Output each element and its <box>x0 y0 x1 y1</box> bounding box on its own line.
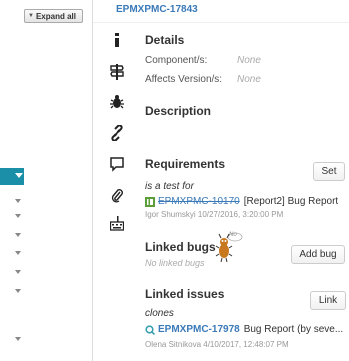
expand-all-label: Expand all <box>35 11 76 21</box>
linked-issue-relation: clones <box>145 308 174 319</box>
side-icon-bar <box>93 26 139 361</box>
left-pane: ▼ Expand all <box>0 0 92 361</box>
components-row: Component/s: None <box>145 55 261 66</box>
requirement-summary: [Report2] Bug Report <box>243 196 339 207</box>
requirement-relation: is a test for <box>145 181 194 192</box>
linked-issue-meta: Olena Sitnikova 4/10/2017, 12:48:07 PM <box>145 340 289 349</box>
requirement-key-link[interactable]: EPMXPMC-10170 <box>158 196 240 207</box>
row-expand-arrow[interactable] <box>15 337 21 341</box>
chevron-down-icon <box>15 173 23 178</box>
requirements-title: Requirements <box>145 157 226 171</box>
row-expand-arrow[interactable] <box>15 251 21 255</box>
no-linked-bugs-text: No linked bugs <box>145 258 205 268</box>
report-icon <box>145 196 155 207</box>
set-requirement-button[interactable]: Set <box>313 162 345 181</box>
linked-issues-title: Linked issues <box>145 287 225 301</box>
link-icon[interactable] <box>110 125 124 141</box>
info-icon[interactable] <box>110 32 124 48</box>
keyboard-icon[interactable] <box>110 215 124 231</box>
components-value[interactable]: None <box>237 55 261 66</box>
row-expand-arrow[interactable] <box>15 199 21 203</box>
requirement-meta: Igor Shumskyi 10/27/2016, 3:20:00 PM <box>145 210 284 219</box>
linked-issue-key-link[interactable]: EPMXPMC-17978 <box>158 324 240 335</box>
details-title: Details <box>145 33 185 47</box>
link-issue-button[interactable]: Link <box>310 291 346 310</box>
row-expand-arrow[interactable] <box>15 233 21 237</box>
description-title: Description <box>145 104 212 118</box>
linked-bugs-title: Linked bugs <box>145 240 216 254</box>
affects-version-label: Affects Version/s: <box>145 74 223 85</box>
issue-key[interactable]: EPMXPMC-17843 <box>116 4 198 15</box>
linked-issue-summary: Bug Report (by seve... <box>243 324 344 335</box>
add-bug-button[interactable]: Add bug <box>291 245 345 264</box>
expand-triangle-icon: ▼ <box>28 13 34 19</box>
row-expand-arrow[interactable] <box>15 289 21 293</box>
signpost-icon[interactable] <box>110 64 124 80</box>
selected-row-toggle[interactable] <box>0 168 24 185</box>
comment-icon[interactable] <box>110 156 124 172</box>
linked-issue-item: EPMXPMC-17978 Bug Report (by seve... <box>145 324 343 335</box>
affects-version-row: Affects Version/s: None <box>145 74 261 85</box>
row-expand-arrow[interactable] <box>15 214 21 218</box>
mascot-bubble-text: No <box>229 232 237 238</box>
attachment-icon[interactable] <box>110 187 124 203</box>
expand-all-button[interactable]: ▼ Expand all <box>24 9 83 23</box>
components-label: Component/s: <box>145 55 208 66</box>
requirement-item: EPMXPMC-10170 [Report2] Bug Report <box>145 196 338 207</box>
bug-icon[interactable] <box>110 94 124 110</box>
issue-type-icon <box>145 324 155 335</box>
header-divider <box>93 22 349 23</box>
row-expand-arrow[interactable] <box>15 270 21 274</box>
affects-version-value[interactable]: None <box>237 74 261 85</box>
